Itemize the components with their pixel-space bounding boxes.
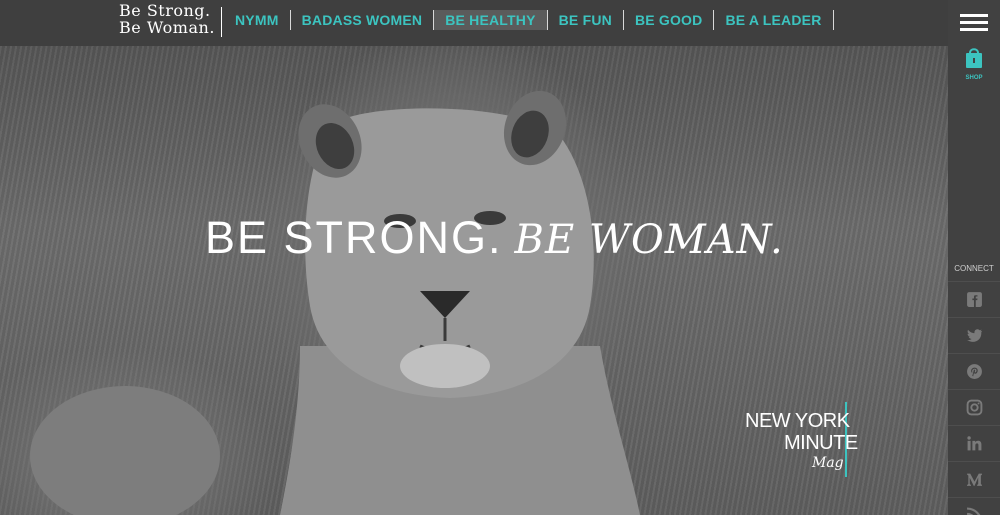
shop-label: SHOP xyxy=(965,75,983,81)
twitter-icon xyxy=(966,329,982,342)
hero-title: BE STRONG. BE WOMAN. xyxy=(205,212,784,264)
hero-section: BE STRONG. BE WOMAN. NEW YORK MINUTE Mag xyxy=(0,46,948,515)
nav-item-be-healthy[interactable]: BE HEALTHY xyxy=(434,10,548,30)
logo-line-1: Be Strong. xyxy=(119,1,211,20)
logo-line-2: Be Woman. xyxy=(119,18,215,37)
right-sidebar: SHOP CONNECT xyxy=(948,0,1000,515)
hero-title-part-1: BE STRONG. xyxy=(205,212,503,263)
pinterest-icon xyxy=(966,364,982,379)
top-navigation-bar: Be Strong. Be Woman. NYMM BADASS WOMEN B… xyxy=(0,0,948,46)
medium-icon xyxy=(966,473,982,486)
facebook-link[interactable] xyxy=(948,281,1000,317)
connect-label: CONNECT xyxy=(954,264,994,273)
nav-item-be-good[interactable]: BE GOOD xyxy=(624,10,715,30)
nav-item-be-a-leader[interactable]: BE A LEADER xyxy=(714,10,834,30)
nav-item-badass-women[interactable]: BADASS WOMEN xyxy=(291,10,435,30)
linkedin-link[interactable] xyxy=(948,425,1000,461)
site-logo[interactable]: Be Strong. Be Woman. xyxy=(119,2,223,40)
logo-text-line-3: Mag xyxy=(812,455,844,471)
logo-text-line-1: NEW YORK xyxy=(745,410,850,432)
shopping-bag-icon xyxy=(966,48,982,68)
instagram-link[interactable] xyxy=(948,389,1000,425)
hero-title-part-2: BE WOMAN. xyxy=(514,217,784,263)
linkedin-icon xyxy=(966,436,981,451)
nav-item-nymm[interactable]: NYMM xyxy=(224,10,291,30)
shop-button[interactable]: SHOP xyxy=(958,47,990,81)
pinterest-link[interactable] xyxy=(948,353,1000,389)
logo-text-line-2: MINUTE xyxy=(784,432,858,454)
rss-link[interactable] xyxy=(948,497,1000,515)
nav-item-be-fun[interactable]: BE FUN xyxy=(548,10,624,30)
rss-icon xyxy=(966,507,980,515)
twitter-link[interactable] xyxy=(948,317,1000,353)
facebook-icon xyxy=(966,292,982,307)
medium-link[interactable] xyxy=(948,461,1000,497)
main-nav: NYMM BADASS WOMEN BE HEALTHY BE FUN BE G… xyxy=(224,10,834,30)
logo-divider xyxy=(221,7,222,37)
instagram-icon xyxy=(966,399,982,416)
new-york-minute-mag-logo[interactable]: NEW YORK MINUTE Mag xyxy=(745,402,875,480)
hamburger-menu-icon[interactable] xyxy=(960,14,988,32)
